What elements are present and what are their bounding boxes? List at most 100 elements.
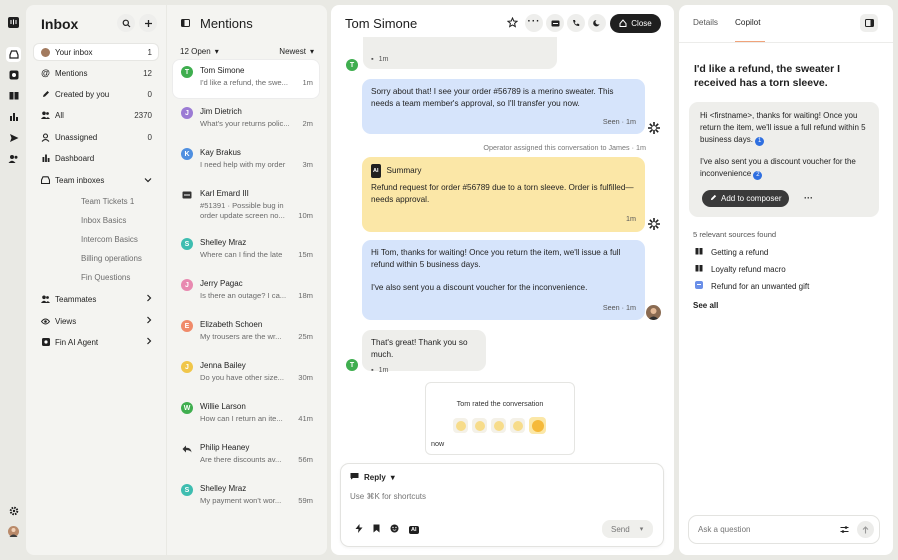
reports-icon[interactable] [8, 111, 19, 122]
ask-box [688, 515, 880, 544]
mention-item[interactable]: T Tom Simone I'd like a refund, the swe...… [173, 60, 319, 98]
chevron-right-icon[interactable] [146, 337, 152, 347]
mention-item[interactable]: J Jerry Pagac Is there an outage? I ca... 1… [173, 273, 319, 311]
knowledge-icon[interactable] [8, 90, 19, 101]
settings-sliders-icon[interactable] [840, 525, 849, 536]
team-item[interactable]: Inbox Basics [81, 216, 126, 225]
emoji-icon[interactable] [390, 524, 399, 535]
lightning-icon[interactable] [355, 524, 363, 535]
add-to-composer-button[interactable]: Add to composer [702, 190, 790, 207]
team-item[interactable]: Intercom Basics [81, 235, 138, 244]
mention-item[interactable]: S Shelley Mraz Where can I find the late 15… [173, 232, 319, 270]
mention-preview: What's your returns polic... [200, 119, 290, 128]
send-question-icon[interactable] [857, 521, 874, 538]
mention-item[interactable]: E Elizabeth Schoen My trousers are the wr.… [173, 314, 319, 352]
mention-item[interactable]: Philip Heaney Are there discounts av... 56… [173, 437, 319, 475]
mention-preview: Do you have other size... [200, 373, 284, 382]
send-button[interactable]: Send ▾ [602, 520, 653, 538]
source-title: Getting a refund [711, 247, 769, 257]
contact-name: Karl Emard III [200, 189, 249, 198]
tab-details[interactable]: Details [693, 18, 718, 27]
nav-teammates[interactable]: Teammates [34, 291, 158, 307]
nav-unassigned[interactable]: Unassigned 0 [34, 129, 158, 145]
rating-faces [453, 417, 546, 434]
copilot-question: I'd like a refund, the sweater I receive… [694, 63, 841, 89]
nav-mentions[interactable]: @ Mentions 12 [34, 65, 158, 81]
ask-input[interactable] [698, 525, 828, 534]
nav-fin-ai-agent[interactable]: Fin AI Agent [34, 334, 158, 350]
mentions-title: Mentions [200, 16, 253, 31]
chevron-right-icon[interactable] [146, 294, 152, 304]
mention-item[interactable]: W Willie Larson How can I return an ite...… [173, 396, 319, 434]
nav-team-inboxes[interactable]: Team inboxes [34, 172, 158, 188]
status-filter[interactable]: 12 Open ▾ [180, 47, 219, 56]
chevron-down-icon[interactable] [144, 176, 152, 185]
panel-toggle-icon[interactable] [181, 19, 190, 29]
source-item[interactable]: Refund for an unwanted gift [695, 281, 809, 291]
source-item[interactable]: Loyalty refund macro [695, 264, 786, 274]
selected-face-icon [529, 417, 546, 434]
inbox-icon[interactable] [6, 47, 21, 62]
contact-name: Philip Heaney [200, 443, 250, 452]
phone-icon[interactable] [567, 14, 585, 32]
reply-label: Reply [364, 472, 386, 482]
mention-preview: Is there an outage? I ca... [200, 291, 287, 300]
team-item[interactable]: Fin Questions [81, 273, 130, 282]
ai-icon[interactable]: AI [409, 525, 419, 534]
tab-copilot[interactable]: Copilot [735, 18, 761, 27]
pencil-icon [710, 193, 717, 205]
nav-created-by-you[interactable]: Created by you 0 [34, 86, 158, 102]
ticket-icon [181, 189, 193, 201]
new-conversation-icon[interactable] [139, 14, 157, 32]
mention-time: 15m [298, 250, 313, 259]
source-item[interactable]: Getting a refund [695, 247, 768, 257]
bookmark-icon[interactable] [373, 524, 380, 535]
search-icon[interactable] [117, 14, 135, 32]
unassigned-icon [40, 132, 51, 142]
sort-dropdown[interactable]: Newest ▾ [279, 47, 314, 56]
sidebar-toggle-icon[interactable] [860, 14, 878, 32]
nav-label: Teammates [55, 294, 97, 304]
nav-all[interactable]: All 2370 [34, 107, 158, 123]
user-avatar[interactable] [8, 526, 19, 537]
citation-badge[interactable]: 1 [755, 137, 765, 146]
ticket-icon[interactable] [546, 14, 564, 32]
reply-mode-dropdown[interactable]: Reply ▾ [350, 472, 395, 482]
mention-item[interactable]: J Jim Dietrich What's your returns polic..… [173, 101, 319, 139]
citation-badge[interactable]: 2 [753, 171, 763, 180]
mention-time: 59m [298, 496, 313, 505]
sources-label: 5 relevant sources found [693, 230, 777, 239]
outbound-icon[interactable] [8, 132, 19, 143]
nav-label: Mentions [55, 68, 88, 78]
intercom-logo-icon[interactable] [8, 17, 19, 28]
summary-label: Summary [386, 166, 422, 175]
people-icon [40, 295, 51, 303]
nav-dashboard[interactable]: Dashboard [34, 150, 158, 166]
composer-input[interactable] [350, 492, 630, 501]
note-icon: ▪ [371, 54, 374, 63]
mention-time: 1m [302, 78, 313, 87]
star-icon[interactable] [506, 16, 519, 30]
more-icon[interactable]: ··· [804, 192, 813, 204]
mention-item[interactable]: J Jenna Bailey Do you have other size... 30… [173, 355, 319, 393]
mention-item[interactable]: S Shelley Mraz My payment won't wor... 59m [173, 478, 319, 516]
chevron-right-icon[interactable] [146, 316, 152, 326]
see-all-link[interactable]: See all [693, 301, 718, 310]
mention-time: 41m [298, 414, 313, 423]
close-button[interactable]: Close [610, 14, 661, 33]
avatar [40, 47, 51, 57]
team-item[interactable]: Billing operations [81, 254, 142, 263]
fin-icon[interactable] [8, 69, 19, 80]
team-item[interactable]: Team Tickets 1 [81, 197, 134, 206]
composer: Reply ▾ AI Send ▾ [340, 463, 664, 547]
snooze-icon[interactable] [588, 14, 606, 32]
ai-icon: AI [371, 164, 381, 178]
mention-item[interactable]: Karl Emard III #51391 · Possible bug in or… [173, 183, 319, 221]
nav-your-inbox[interactable]: Your inbox 1 [34, 44, 158, 60]
contacts-icon[interactable] [8, 153, 19, 164]
nav-views[interactable]: Views [34, 313, 158, 329]
mention-item[interactable]: K Kay Brakus I need help with my order 3m [173, 142, 319, 180]
more-icon[interactable]: ··· [525, 14, 543, 32]
message-time: 1m [378, 365, 389, 374]
settings-icon[interactable] [8, 505, 19, 516]
